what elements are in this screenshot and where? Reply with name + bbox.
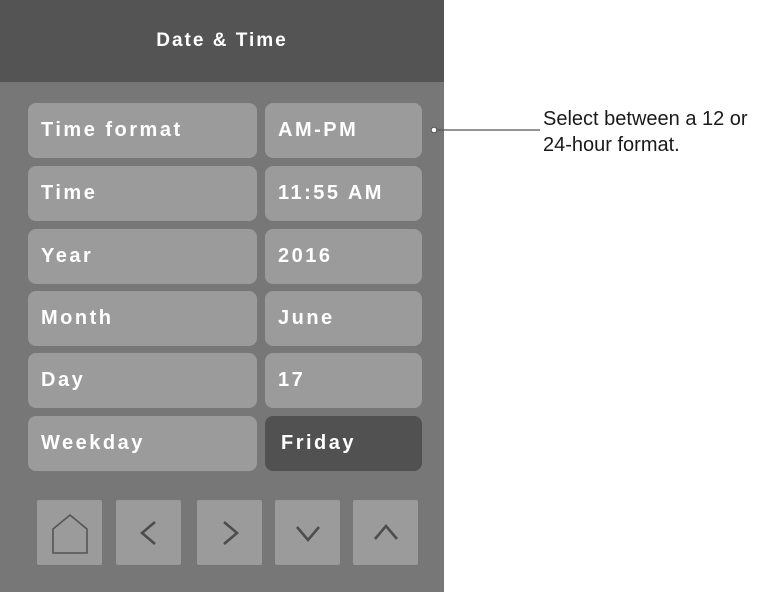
home-icon: [51, 513, 88, 554]
month-label-button[interactable]: Month: [28, 291, 257, 346]
callout-line-2: 24-hour format.: [543, 134, 680, 156]
year-label-button[interactable]: Year: [28, 229, 257, 284]
time-format-label-button[interactable]: Time format: [28, 103, 257, 158]
callout-connector: [430, 126, 540, 134]
chevron-down-icon: [295, 525, 320, 542]
callout-line-1: Select between a 12 or: [543, 108, 748, 130]
time-format-value-button[interactable]: AM-PM: [265, 103, 422, 158]
year-value-button[interactable]: 2016: [265, 229, 422, 284]
next-button[interactable]: [197, 500, 262, 565]
page-title: Date & Time: [0, 0, 444, 82]
day-value-button[interactable]: 17: [265, 353, 422, 408]
up-button[interactable]: [353, 500, 418, 565]
chevron-up-icon: [373, 523, 398, 540]
month-value-button[interactable]: June: [265, 291, 422, 346]
down-button[interactable]: [275, 500, 340, 565]
callout-annotation: Select between a 12 or 24-hour format.: [543, 106, 779, 158]
date-time-panel: Date & Time Time format AM-PM Time 11:55…: [0, 0, 444, 592]
home-button[interactable]: [37, 500, 102, 565]
day-label-button[interactable]: Day: [28, 353, 257, 408]
chevron-left-icon: [139, 520, 156, 545]
weekday-value-button[interactable]: Friday: [265, 416, 422, 471]
time-label-button[interactable]: Time: [28, 166, 257, 221]
weekday-label-button[interactable]: Weekday: [28, 416, 257, 471]
time-value-button[interactable]: 11:55 AM: [265, 166, 422, 221]
chevron-right-icon: [222, 520, 239, 545]
previous-button[interactable]: [116, 500, 181, 565]
